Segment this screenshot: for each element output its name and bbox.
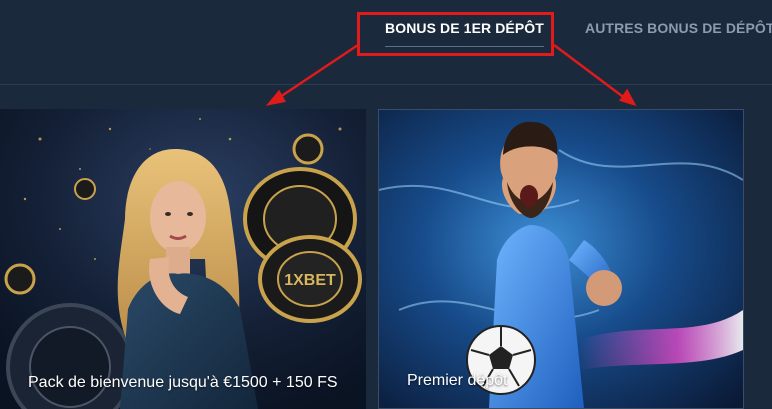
annotation-arrow-right — [553, 44, 627, 100]
annotation-arrowhead-right — [619, 88, 637, 107]
first-deposit-card[interactable]: Premier dépôt — [378, 109, 744, 409]
football-player-image — [379, 110, 743, 408]
annotation-arrow-left — [276, 43, 359, 101]
first-deposit-caption: Premier dépôt — [407, 372, 508, 389]
welcome-pack-card[interactable]: 1XBET Pack de bienvenue jusqu'à €1500 + … — [0, 109, 366, 409]
casino-hostess-image: 1XBET — [0, 109, 366, 409]
welcome-pack-caption: Pack de bienvenue jusqu'à €1500 + 150 FS — [28, 374, 338, 391]
annotation-arrowhead-left — [265, 89, 286, 106]
chip-logo-text: 1XBET — [284, 272, 336, 289]
